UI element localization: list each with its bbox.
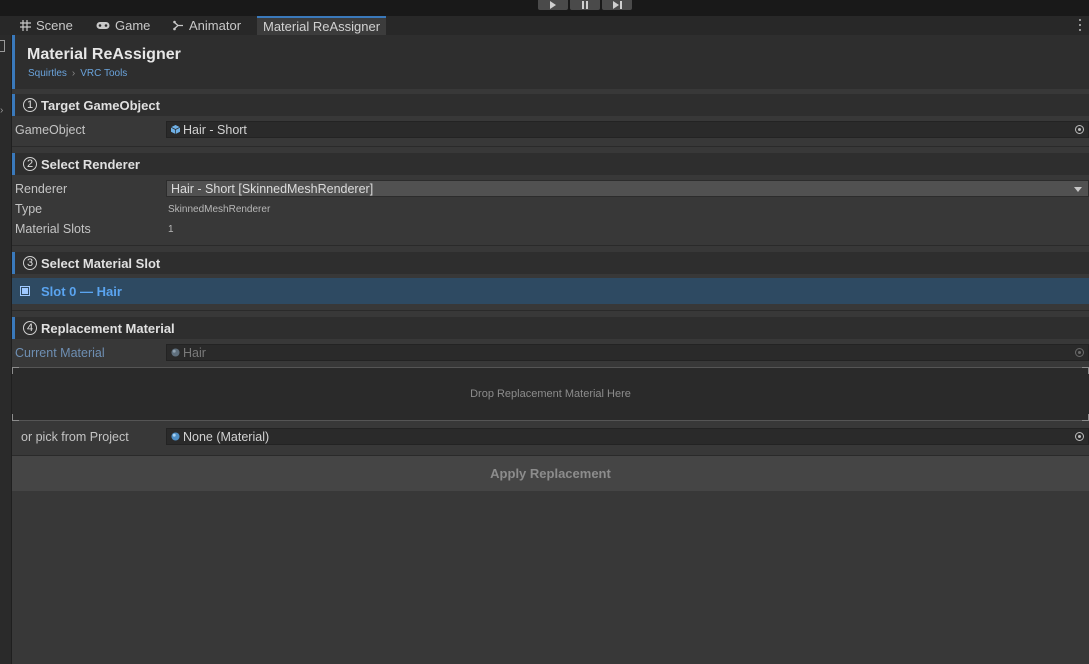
- dock-tab-icon[interactable]: [0, 40, 5, 52]
- tab-label: Material ReAssigner: [263, 19, 381, 34]
- pause-icon: [582, 1, 588, 9]
- panel-header: Material ReAssigner Squirtles › VRC Tool…: [12, 35, 1089, 89]
- section-title: Select Material Slot: [41, 255, 161, 271]
- page-title: Material ReAssigner: [27, 46, 181, 63]
- material-slot-item[interactable]: Slot 0 — Hair: [12, 278, 1089, 304]
- breadcrumb-separator: ›: [71, 68, 76, 79]
- divider: [12, 310, 1089, 311]
- drop-zone-corner: [12, 367, 19, 374]
- breadcrumb-item[interactable]: VRC Tools: [80, 68, 127, 79]
- step-number: 3: [23, 256, 37, 270]
- material-sphere-icon: [171, 432, 180, 441]
- section-title: Target GameObject: [41, 97, 160, 113]
- chevron-right-icon[interactable]: ›: [0, 105, 3, 116]
- renderer-selected: Hair - Short [SkinnedMeshRenderer]: [171, 181, 374, 196]
- object-picker-icon[interactable]: [1075, 432, 1084, 441]
- section-target-gameobject: 1 Target GameObject: [12, 94, 1089, 116]
- step-button[interactable]: [602, 0, 632, 10]
- chevron-down-icon: [1074, 187, 1082, 192]
- animator-icon: [173, 20, 183, 31]
- section-select-renderer: 2 Select Renderer: [12, 153, 1089, 175]
- play-icon: [550, 1, 556, 9]
- cube-icon: [171, 125, 180, 134]
- tab-animator[interactable]: Animator: [173, 16, 241, 35]
- material-slots-label: Material Slots: [15, 222, 91, 236]
- type-value: SkinnedMeshRenderer: [168, 204, 271, 215]
- play-button[interactable]: [538, 0, 568, 10]
- tab-label: Game: [115, 18, 151, 33]
- current-material-value: Hair: [183, 345, 206, 360]
- drop-zone-corner: [1082, 367, 1089, 374]
- step-icon: [612, 1, 622, 9]
- tab-material-reassigner[interactable]: Material ReAssigner: [257, 16, 387, 35]
- object-picker-icon: [1075, 348, 1084, 357]
- gameobject-value: Hair - Short: [183, 122, 247, 137]
- section-select-material-slot: 3 Select Material Slot: [12, 252, 1089, 274]
- tab-scene[interactable]: Scene: [20, 16, 73, 35]
- current-material-label: Current Material: [15, 346, 105, 360]
- play-controls: [538, 0, 632, 10]
- type-label: Type: [15, 202, 43, 216]
- section-title: Replacement Material: [41, 320, 175, 336]
- material-sphere-icon: [171, 348, 180, 357]
- current-material-field: Hair: [166, 344, 1089, 361]
- section-replacement-material: 4 Replacement Material: [12, 317, 1089, 339]
- replacement-material-value: None (Material): [183, 429, 270, 444]
- replacement-material-field[interactable]: None (Material): [166, 428, 1089, 445]
- gameobject-field[interactable]: Hair - Short: [166, 121, 1089, 138]
- divider: [12, 245, 1089, 246]
- pick-from-project-label: or pick from Project: [21, 430, 129, 444]
- grid-icon: [20, 20, 31, 31]
- divider: [12, 146, 1089, 147]
- section-title: Select Renderer: [41, 156, 140, 172]
- drop-zone-corner: [1082, 414, 1089, 421]
- breadcrumb-item[interactable]: Squirtles: [28, 68, 67, 79]
- gamepad-icon: [96, 22, 110, 29]
- pause-button[interactable]: [570, 0, 600, 10]
- play-toolbar: [0, 0, 1089, 16]
- tab-label: Scene: [36, 18, 73, 33]
- material-reassigner-panel: Material ReAssigner Squirtles › VRC Tool…: [12, 35, 1089, 664]
- step-number: 2: [23, 157, 37, 171]
- apply-replacement-button[interactable]: Apply Replacement: [12, 455, 1089, 491]
- tab-game[interactable]: Game: [96, 16, 150, 35]
- step-number: 4: [23, 321, 37, 335]
- step-number: 1: [23, 98, 37, 112]
- editor-tab-bar: Scene Game Animator Material ReAssigner: [0, 16, 1089, 35]
- renderer-dropdown[interactable]: Hair - Short [SkinnedMeshRenderer]: [166, 180, 1089, 197]
- object-picker-icon[interactable]: [1075, 125, 1084, 134]
- drop-zone-text: Drop Replacement Material Here: [470, 388, 631, 400]
- renderer-label: Renderer: [15, 182, 68, 196]
- drop-zone-corner: [12, 414, 19, 421]
- material-drop-zone[interactable]: Drop Replacement Material Here: [12, 367, 1089, 421]
- gameobject-label: GameObject: [15, 123, 86, 137]
- tab-label: Animator: [189, 18, 242, 33]
- material-slots-value: 1: [168, 224, 174, 235]
- slot-selected-checkbox[interactable]: [20, 286, 30, 296]
- left-dock-strip: ›: [0, 35, 12, 664]
- slot-label: Slot 0 — Hair: [41, 283, 122, 299]
- kebab-menu-icon[interactable]: [1078, 19, 1081, 31]
- breadcrumb: Squirtles › VRC Tools: [28, 68, 127, 79]
